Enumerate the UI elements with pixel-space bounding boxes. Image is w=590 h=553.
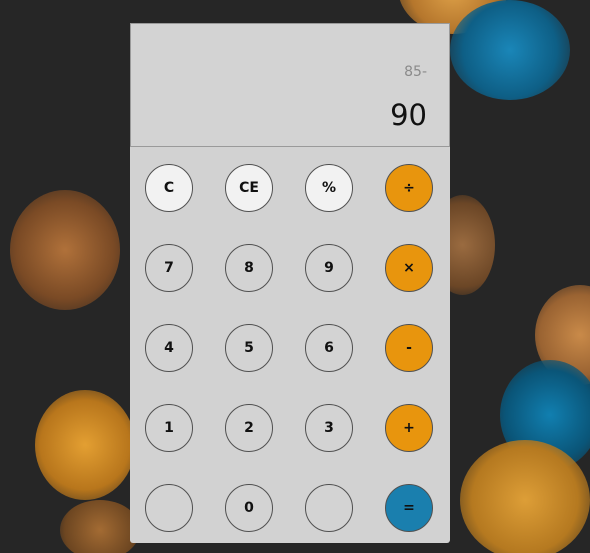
- clear-button[interactable]: C: [145, 164, 193, 212]
- digit-8-button[interactable]: 8: [225, 244, 273, 292]
- add-button[interactable]: +: [385, 404, 433, 452]
- multiply-button[interactable]: ×: [385, 244, 433, 292]
- subtract-button[interactable]: -: [385, 324, 433, 372]
- expression-display: 85-: [404, 64, 427, 80]
- divide-button[interactable]: ÷: [385, 164, 433, 212]
- digit-0-button[interactable]: 0: [225, 484, 273, 532]
- digit-4-button[interactable]: 4: [145, 324, 193, 372]
- digit-5-button[interactable]: 5: [225, 324, 273, 372]
- blank-right-button[interactable]: [305, 484, 353, 532]
- equals-button[interactable]: =: [385, 484, 433, 532]
- calculator: 85- 90 C CE % ÷ 7 8 9 × 4 5 6 - 1 2 3 + …: [130, 23, 450, 543]
- digit-6-button[interactable]: 6: [305, 324, 353, 372]
- percent-button[interactable]: %: [305, 164, 353, 212]
- clear-entry-button[interactable]: CE: [225, 164, 273, 212]
- result-display: 90: [390, 98, 427, 132]
- calculator-display: 85- 90: [130, 23, 450, 147]
- digit-2-button[interactable]: 2: [225, 404, 273, 452]
- digit-3-button[interactable]: 3: [305, 404, 353, 452]
- digit-1-button[interactable]: 1: [145, 404, 193, 452]
- blank-left-button[interactable]: [145, 484, 193, 532]
- digit-9-button[interactable]: 9: [305, 244, 353, 292]
- digit-7-button[interactable]: 7: [145, 244, 193, 292]
